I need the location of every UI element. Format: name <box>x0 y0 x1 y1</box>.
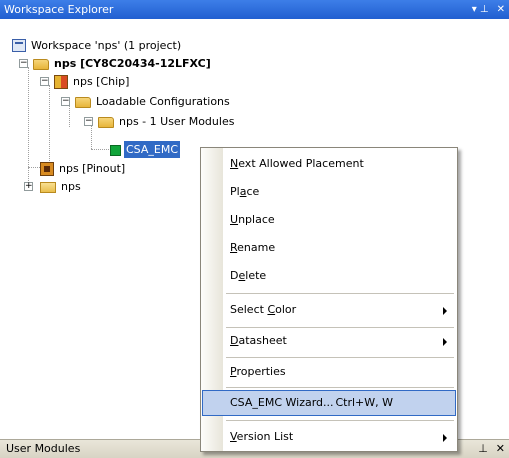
tree-node-loadable-configurations[interactable]: Loadable Configurations <box>75 93 232 110</box>
menu-separator <box>226 357 454 358</box>
submenu-arrow-icon <box>443 434 447 442</box>
menu-label: Pl <box>230 185 240 198</box>
tree-label: nps - 1 User Modules <box>119 115 235 128</box>
menu-item-delete[interactable]: Delete <box>201 264 457 288</box>
menu-item-place[interactable]: Place <box>201 180 457 204</box>
menu-separator <box>226 293 454 294</box>
menu-separator <box>226 327 454 328</box>
tree-line <box>91 123 92 149</box>
context-menu: Next Allowed Placement Place Unplace Ren… <box>200 147 458 452</box>
tree-label: nps [Chip] <box>73 75 130 88</box>
tree-node-csa-emc[interactable]: CSA_EMC <box>110 141 181 158</box>
menu-mnemonic: V <box>230 430 237 443</box>
workspace-explorer-titlebar: Workspace Explorer ▾ ⊥ ✕ <box>0 0 509 19</box>
menu-item-unplace[interactable]: Unplace <box>201 208 457 232</box>
menu-label: atasheet <box>238 334 287 347</box>
menu-item-version-list[interactable]: Version List <box>201 425 457 449</box>
pinout-icon <box>40 161 54 176</box>
panel-controls: ▾ ⊥ ✕ <box>472 0 505 19</box>
tree-label: nps <box>61 180 81 193</box>
menu-item-select-color[interactable]: Select Color <box>201 298 457 322</box>
menu-item-csa-emc-wizard[interactable]: CSA_EMC Wizard... Ctrl+W, W <box>202 390 456 416</box>
panel-title: User Modules <box>6 442 81 455</box>
menu-item-datasheet[interactable]: Datasheet <box>201 329 457 353</box>
pin-icon[interactable]: ⊥ <box>478 440 488 458</box>
tree-line <box>91 149 109 150</box>
menu-label: ce <box>246 185 260 198</box>
folder-open-icon <box>98 117 114 128</box>
folder-icon <box>40 182 56 193</box>
menu-label: Select <box>230 303 268 316</box>
collapse-icon[interactable]: − <box>84 117 93 126</box>
menu-mnemonic: N <box>230 157 239 170</box>
menu-separator <box>226 420 454 421</box>
menu-label: ext Allowed Placement <box>238 157 364 170</box>
submenu-arrow-icon <box>443 338 447 346</box>
tree-line <box>69 103 70 127</box>
folder-open-icon <box>75 97 91 108</box>
menu-label: olor <box>275 303 297 316</box>
panel-title: Workspace Explorer <box>4 3 114 16</box>
tree-label-selected: CSA_EMC <box>124 141 181 158</box>
tree-node-project[interactable]: nps [CY8C20434-12LFXC] <box>33 55 213 72</box>
workspace-icon <box>12 39 26 52</box>
menu-label: ename <box>237 241 276 254</box>
tree-node-nps-folder[interactable]: nps <box>40 178 83 195</box>
close-icon[interactable]: ✕ <box>496 440 505 458</box>
folder-open-icon <box>33 59 49 70</box>
collapse-icon[interactable]: − <box>40 77 49 86</box>
tree-line <box>28 167 40 168</box>
menu-label: nplace <box>238 213 275 226</box>
menu-label: ersion List <box>236 430 294 443</box>
tree-node-workspace[interactable]: Workspace 'nps' (1 project) <box>12 37 183 54</box>
collapse-icon[interactable]: − <box>61 97 70 106</box>
menu-item-next-allowed-placement[interactable]: Next Allowed Placement <box>201 152 457 176</box>
menu-item-properties[interactable]: Properties <box>201 360 457 384</box>
tree-label: Loadable Configurations <box>96 95 230 108</box>
expand-icon[interactable]: + <box>24 182 33 191</box>
tree-node-chip[interactable]: nps [Chip] <box>54 73 131 90</box>
menu-mnemonic: C <box>267 303 276 316</box>
menu-mnemonic: U <box>230 213 239 226</box>
menu-separator <box>226 387 454 388</box>
tree-line <box>49 85 50 163</box>
tree-label: nps [CY8C20434-12LFXC] <box>54 57 211 70</box>
tree-node-user-modules[interactable]: nps - 1 User Modules <box>98 113 236 130</box>
close-icon[interactable]: ✕ <box>497 0 505 19</box>
tree-label: Workspace 'nps' (1 project) <box>31 39 182 52</box>
chip-icon <box>54 74 68 89</box>
submenu-arrow-icon <box>443 307 447 315</box>
user-module-icon <box>110 144 121 156</box>
tree-label: nps [Pinout] <box>59 162 126 175</box>
menu-shortcut: Ctrl+W, W <box>335 396 393 409</box>
pin-icon[interactable]: ▾ ⊥ <box>472 0 489 19</box>
menu-item-rename[interactable]: Rename <box>201 236 457 260</box>
menu-label: lete <box>245 269 267 282</box>
tree-node-pinout[interactable]: nps [Pinout] <box>40 160 127 177</box>
menu-label: roperties <box>236 365 286 378</box>
menu-label: CSA_EMC Wizard... <box>230 396 334 409</box>
panel-controls: ⊥ ✕ <box>478 440 505 458</box>
collapse-icon[interactable]: − <box>19 59 28 68</box>
